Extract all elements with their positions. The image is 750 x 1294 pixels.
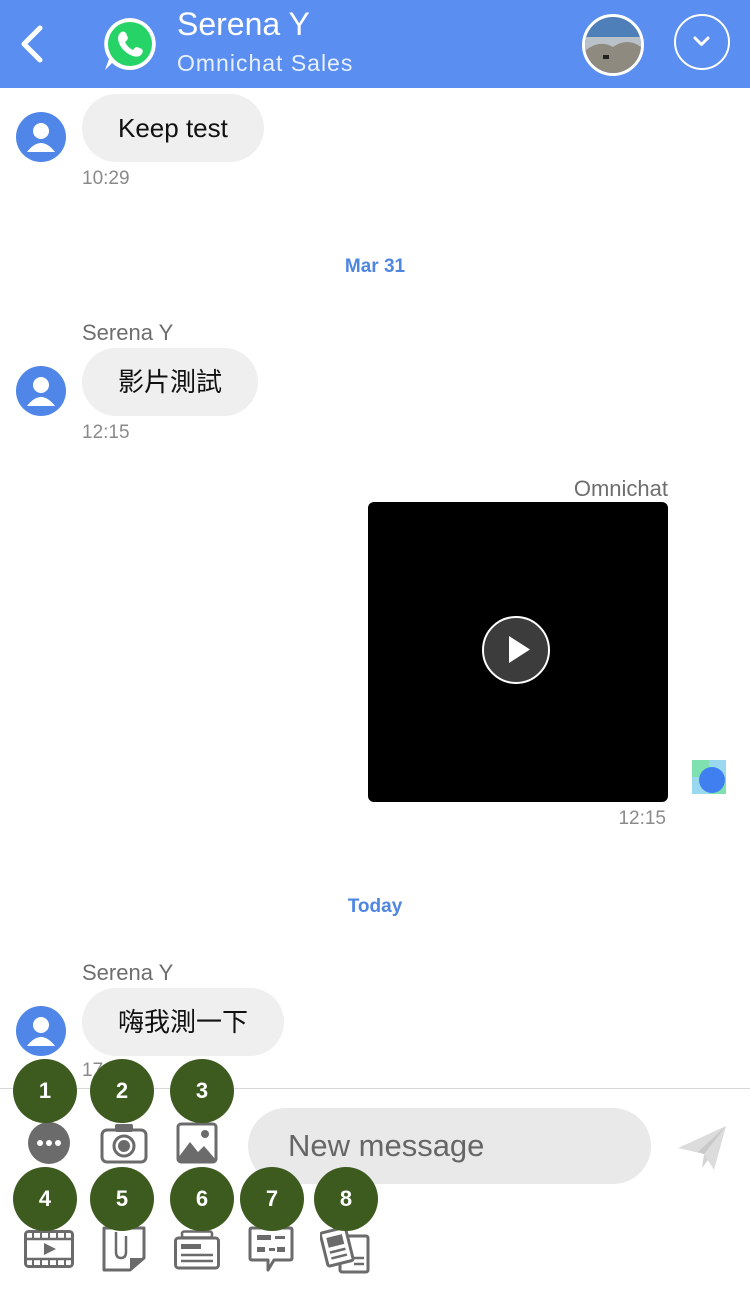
- date-separator: Mar 31: [344, 256, 406, 277]
- contact-avatar: [16, 112, 66, 162]
- message-time: 12:15: [82, 422, 130, 443]
- contact-name: Serena Y: [177, 6, 310, 42]
- chevron-down-icon: [693, 36, 710, 46]
- contact-avatar: [16, 366, 66, 416]
- date-separator: Today: [347, 896, 403, 917]
- whatsapp-icon: [100, 14, 160, 74]
- card-icon: [174, 1230, 220, 1270]
- message-bubble: 影片測試: [82, 348, 259, 416]
- bot-avatar: [692, 760, 726, 794]
- file-icon: [102, 1226, 146, 1272]
- channel-name: Omnichat Sales: [177, 50, 354, 76]
- back-button[interactable]: [14, 20, 54, 68]
- sender-name: Omnichat: [573, 476, 668, 501]
- video-button[interactable]: [24, 1230, 74, 1268]
- video-icon: [24, 1230, 74, 1268]
- badge-7: 7: [240, 1167, 304, 1231]
- badge-5: 5: [90, 1167, 154, 1231]
- message-bubble: Keep test: [82, 94, 264, 162]
- message-bubble: 嗨我測一下: [82, 988, 285, 1056]
- play-icon: [509, 636, 530, 663]
- article-button[interactable]: [318, 1226, 370, 1274]
- sender-name: Serena Y: [82, 960, 174, 985]
- contact-photo[interactable]: [582, 14, 644, 76]
- badge-2: 2: [90, 1059, 154, 1123]
- template-button[interactable]: [248, 1226, 294, 1272]
- template-icon: [248, 1226, 294, 1272]
- chat-header: Serena Y Omnichat Sales: [0, 0, 750, 88]
- message-time: 12:15: [618, 808, 666, 829]
- chevron-left-icon: [21, 25, 43, 63]
- more-button[interactable]: [28, 1122, 70, 1164]
- send-button[interactable]: [676, 1122, 728, 1174]
- camera-button[interactable]: [100, 1122, 148, 1164]
- image-icon: [176, 1122, 218, 1164]
- badge-3: 3: [170, 1059, 234, 1123]
- image-button[interactable]: [176, 1122, 218, 1164]
- badge-1: 1: [13, 1059, 77, 1123]
- badge-6: 6: [170, 1167, 234, 1231]
- badge-8: 8: [314, 1167, 378, 1231]
- file-button[interactable]: [102, 1226, 146, 1272]
- send-icon: [678, 1126, 726, 1170]
- contact-avatar: [16, 1006, 66, 1056]
- play-button[interactable]: [482, 616, 550, 684]
- camera-icon: [100, 1124, 148, 1164]
- video-message[interactable]: [368, 502, 668, 802]
- message-input[interactable]: [248, 1108, 651, 1184]
- more-icon: [28, 1122, 70, 1164]
- article-icon: [318, 1226, 370, 1274]
- message-time: 10:29: [82, 168, 130, 189]
- badge-4: 4: [13, 1167, 77, 1231]
- sender-name: Serena Y: [82, 320, 174, 345]
- dropdown-button[interactable]: [674, 14, 730, 70]
- card-button[interactable]: [174, 1230, 220, 1270]
